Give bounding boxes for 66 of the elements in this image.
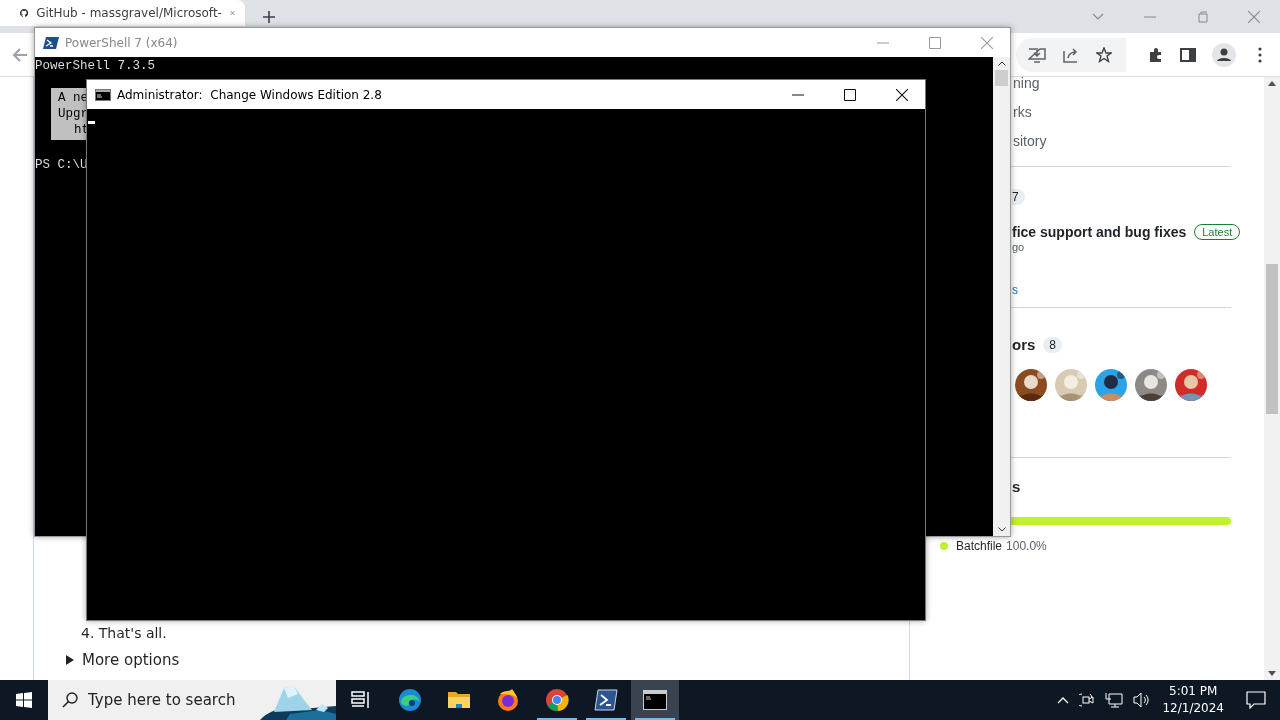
back-arrow-icon[interactable] xyxy=(12,46,28,63)
network-icon[interactable] xyxy=(1105,692,1124,708)
powershell-icon xyxy=(43,35,59,50)
contributors-count: 8 xyxy=(1043,336,1063,353)
clock-time: 5:01 PM xyxy=(1169,683,1218,700)
language-percent: 100.0% xyxy=(1006,539,1047,553)
releases-link[interactable]: s xyxy=(1012,283,1018,297)
notification-icon[interactable] xyxy=(1246,691,1266,709)
language-name: Batchfile xyxy=(956,539,1003,553)
puzzle-icon[interactable] xyxy=(1148,46,1164,63)
maximize-icon[interactable] xyxy=(844,88,856,101)
scrollbar[interactable] xyxy=(1264,77,1280,680)
folder-icon xyxy=(447,690,471,710)
languages-heading: s xyxy=(1012,478,1021,495)
search-box[interactable]: Type here to search xyxy=(48,680,336,720)
chevron-up-icon[interactable] xyxy=(1057,696,1070,704)
camera-icon[interactable] xyxy=(1079,692,1096,708)
list-step: 4. That's all. xyxy=(81,623,167,643)
scroll-thumb[interactable] xyxy=(995,70,1008,86)
star-icon[interactable] xyxy=(1096,46,1112,63)
windows-start-icon[interactable] xyxy=(16,692,32,708)
contributors-heading: ors xyxy=(1012,336,1036,353)
search-input[interactable]: Type here to search xyxy=(88,691,246,709)
chevron-icon[interactable] xyxy=(1092,12,1104,21)
running-indicator xyxy=(537,718,577,720)
release-title[interactable]: fice support and bug fixes xyxy=(1012,224,1187,240)
about-link[interactable]: rks xyxy=(1013,98,1032,127)
chrome-icon xyxy=(545,688,569,712)
scrollbar[interactable] xyxy=(993,57,1010,536)
window-title: Administrator: Change Windows Edition 2.8 xyxy=(117,87,382,102)
console-line: Upgr xyxy=(58,106,88,122)
scroll-up-icon[interactable] xyxy=(997,61,1006,66)
clock[interactable]: 5:01 PM 12/1/2024 xyxy=(1162,683,1224,717)
running-indicator xyxy=(635,718,675,720)
scroll-up-icon[interactable] xyxy=(1268,81,1276,86)
edge-icon xyxy=(398,688,422,712)
about-link[interactable]: ning xyxy=(1013,69,1040,98)
clock-date: 12/1/2024 xyxy=(1162,700,1224,717)
address-bar[interactable] xyxy=(1016,37,1126,72)
search-icon xyxy=(62,692,78,708)
close-icon[interactable] xyxy=(896,88,908,101)
scroll-thumb[interactable] xyxy=(1266,264,1278,414)
install-icon[interactable] xyxy=(1028,46,1046,63)
about-link[interactable]: sitory xyxy=(1013,127,1047,156)
scroll-down-icon[interactable] xyxy=(1268,671,1276,676)
console-icon xyxy=(95,88,111,101)
release-date: go xyxy=(1012,241,1025,253)
running-indicator xyxy=(586,718,626,720)
console-line: PowerShell 7.3.5 xyxy=(35,58,156,74)
firefox-icon xyxy=(496,688,520,712)
share-icon[interactable] xyxy=(1062,46,1080,63)
browser-tab[interactable]: GitHub - massgravel/Microsoft- xyxy=(0,0,245,26)
new-tab-icon[interactable] xyxy=(263,10,275,23)
window-title: PowerShell 7 (x64) xyxy=(65,35,178,50)
minimize-icon[interactable] xyxy=(792,93,804,96)
task-view-icon xyxy=(351,691,371,709)
scroll-down-icon[interactable] xyxy=(997,527,1006,532)
release-count: 7 xyxy=(1012,189,1025,205)
taskbar-app[interactable] xyxy=(631,680,679,720)
side-panel-icon[interactable] xyxy=(1180,46,1196,63)
profile-icon[interactable] xyxy=(1212,42,1236,67)
volume-icon[interactable] xyxy=(1133,692,1152,708)
text-cursor xyxy=(88,121,95,124)
menu-icon[interactable] xyxy=(1258,46,1262,63)
console-icon xyxy=(643,690,667,710)
powershell-icon xyxy=(594,689,618,711)
